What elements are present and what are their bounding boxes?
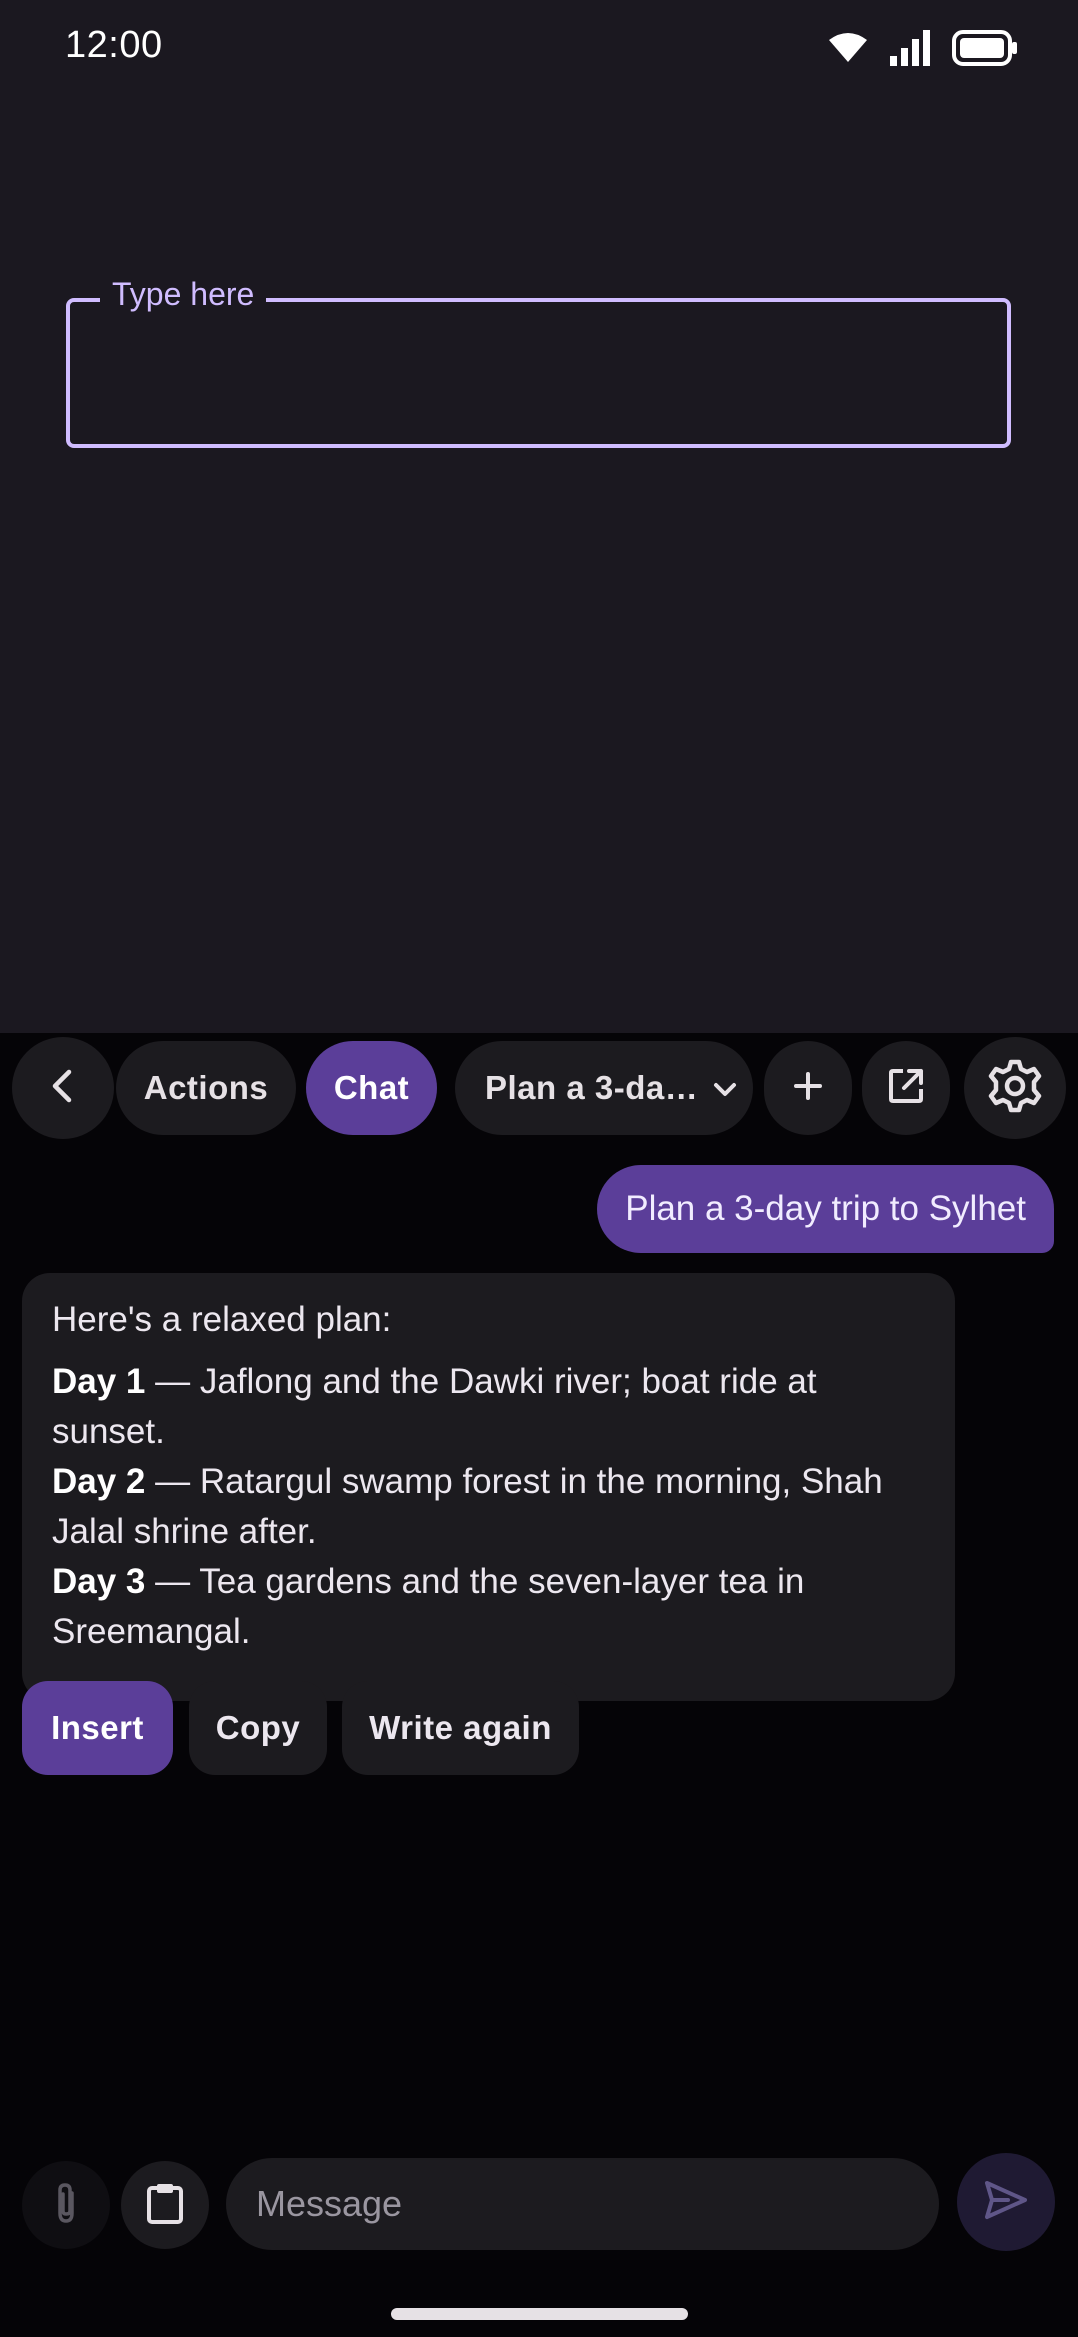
copy-label: Copy bbox=[215, 1709, 301, 1746]
tab-actions[interactable]: Actions bbox=[116, 1041, 296, 1135]
open-external-button[interactable] bbox=[862, 1041, 950, 1135]
write-again-button[interactable]: Write again bbox=[342, 1681, 579, 1775]
reply-day-item: Day 1 — Jaflong and the Dawki river; boa… bbox=[52, 1357, 925, 1457]
assistant-keyboard-panel: Actions Chat Plan a 3-da… Plan a 3-day t… bbox=[0, 1033, 1078, 2337]
type-here-field[interactable]: Type here bbox=[66, 276, 1011, 448]
status-time: 12:00 bbox=[65, 24, 163, 66]
send-icon bbox=[984, 2180, 1028, 2225]
clipboard-icon bbox=[146, 2182, 184, 2229]
send-button[interactable] bbox=[957, 2153, 1055, 2251]
copy-button[interactable]: Copy bbox=[189, 1681, 327, 1775]
home-indicator[interactable] bbox=[391, 2308, 688, 2320]
open-external-icon bbox=[887, 1067, 925, 1110]
type-here-label: Type here bbox=[100, 276, 267, 313]
battery-icon bbox=[952, 30, 1018, 66]
wifi-icon bbox=[828, 32, 868, 64]
day-description: — Ratargul swamp forest in the morning, … bbox=[52, 1462, 883, 1551]
day-label: Day 1 bbox=[52, 1362, 146, 1401]
day-label: Day 2 bbox=[52, 1462, 146, 1501]
gear-icon bbox=[988, 1059, 1042, 1118]
day-description: — Jaflong and the Dawki river; boat ride… bbox=[52, 1362, 817, 1451]
back-button[interactable] bbox=[12, 1037, 114, 1139]
attach-button[interactable] bbox=[22, 2161, 110, 2249]
type-here-input[interactable] bbox=[90, 342, 987, 402]
status-icons bbox=[828, 30, 1018, 66]
user-message-text: Plan a 3-day trip to Sylhet bbox=[625, 1189, 1026, 1228]
chevron-down-icon bbox=[712, 1069, 738, 1107]
paperclip-icon bbox=[53, 2181, 79, 2230]
plus-icon bbox=[792, 1070, 824, 1107]
reply-intro: Here's a relaxed plan: bbox=[52, 1300, 392, 1339]
app-area: 12:00 Type here bbox=[0, 0, 1078, 1033]
tab-chat[interactable]: Chat bbox=[306, 1041, 437, 1135]
status-bar: 12:00 bbox=[0, 0, 1078, 96]
assistant-toolbar: Actions Chat Plan a 3-da… bbox=[0, 1033, 1078, 1143]
back-icon bbox=[48, 1069, 78, 1108]
tab-actions-label: Actions bbox=[143, 1069, 269, 1106]
signal-icon bbox=[890, 30, 930, 66]
insert-button[interactable]: Insert bbox=[22, 1681, 173, 1775]
insert-label: Insert bbox=[51, 1709, 144, 1746]
settings-button[interactable] bbox=[964, 1037, 1066, 1139]
clipboard-button[interactable] bbox=[121, 2161, 209, 2249]
day-description: — Tea gardens and the seven-layer tea in… bbox=[52, 1562, 805, 1651]
message-input[interactable] bbox=[256, 2183, 939, 2225]
day-label: Day 3 bbox=[52, 1562, 146, 1601]
conversation-selector[interactable]: Plan a 3-da… bbox=[455, 1041, 753, 1135]
reply-day-item: Day 3 — Tea gardens and the seven-layer … bbox=[52, 1557, 925, 1657]
assistant-reply-bubble: Here's a relaxed plan: Day 1 — Jaflong a… bbox=[22, 1273, 955, 1701]
write-again-label: Write again bbox=[369, 1709, 552, 1746]
user-message-bubble: Plan a 3-day trip to Sylhet bbox=[597, 1165, 1054, 1253]
reply-day-item: Day 2 — Ratargul swamp forest in the mor… bbox=[52, 1457, 925, 1557]
tab-chat-label: Chat bbox=[333, 1069, 410, 1106]
message-field[interactable] bbox=[226, 2158, 939, 2250]
conversation-title: Plan a 3-da… bbox=[485, 1069, 699, 1106]
new-chat-button[interactable] bbox=[764, 1041, 852, 1135]
